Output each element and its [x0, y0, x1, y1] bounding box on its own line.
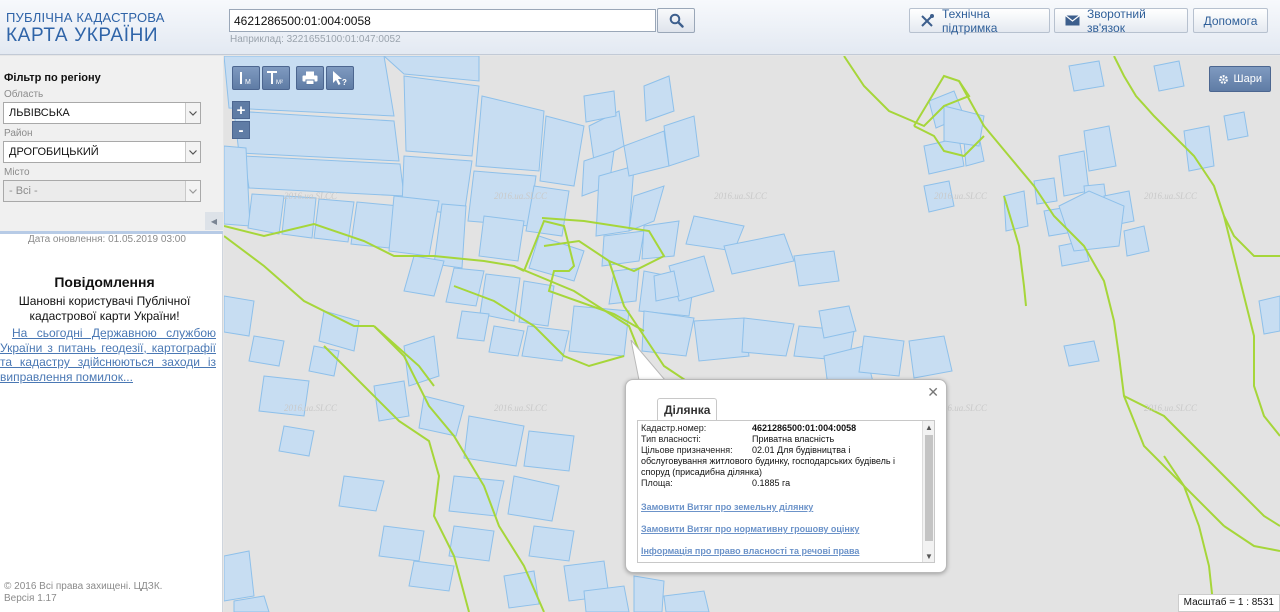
support-button[interactable]: Технічна підтримка: [909, 6, 1050, 35]
rayon-value: ДРОГОБИЦЬКИЙ: [9, 146, 99, 158]
envelope-icon: [1065, 15, 1080, 26]
identify-button[interactable]: ?: [326, 66, 354, 90]
region-filter: Фільтр по регіону Область ЛЬВІВСЬКА Райо…: [0, 56, 223, 234]
svg-text:M²: M²: [276, 80, 283, 86]
print-button[interactable]: [296, 66, 324, 90]
city-value: - Всі -: [9, 185, 38, 197]
chevron-up-icon[interactable]: ▲: [923, 421, 934, 433]
scrollbar-thumb[interactable]: [925, 435, 933, 541]
order-valuation-extract-link[interactable]: Замовити Витяг про нормативну грошову оц…: [641, 524, 917, 535]
help-label: Допомога: [1203, 13, 1258, 28]
oblast-select[interactable]: ЛЬВІВСЬКА: [3, 102, 201, 124]
ruler-line-icon: M: [240, 72, 251, 86]
detail-value: Приватна власність: [752, 434, 835, 444]
notice-text: Шановні користувачі Публічної кадастрово…: [18, 294, 191, 323]
svg-text:M: M: [245, 79, 251, 86]
update-date: Дата оновлення: 01.05.2019 03:00: [28, 234, 186, 245]
chevron-down-icon: [185, 142, 200, 162]
popup-body: Кадастр.номер: 4621286500:01:004:0058 Ти…: [637, 420, 935, 563]
gear-icon: [1218, 74, 1228, 84]
help-button[interactable]: Допомога: [1193, 8, 1268, 33]
chevron-down-icon[interactable]: ▼: [923, 550, 934, 562]
notice-link[interactable]: На сьогодні Державною службою України з …: [0, 326, 216, 384]
collapse-sidebar-button[interactable]: ◀: [205, 212, 223, 230]
logo-line2: КАРТА УКРАЇНИ: [6, 25, 159, 46]
rayon-label: Район: [4, 128, 33, 139]
detail-row: Цільове призначення: 02.01 Для будівництв…: [641, 445, 917, 478]
ownership-info-link[interactable]: Інформація про право власності та речові…: [641, 546, 917, 557]
tab-parcel[interactable]: Ділянка: [657, 398, 718, 420]
detail-label: Площа:: [641, 478, 673, 488]
oblast-label: Область: [4, 89, 44, 100]
cadastral-search-input[interactable]: [229, 9, 656, 32]
chevron-left-icon: ◀: [210, 216, 218, 226]
popup-links: Замовити Витяг про земельну ділянку Замо…: [641, 502, 917, 557]
detail-row: Площа: 0.1885 га: [641, 478, 917, 489]
watermark: 2016.ua.SLCC: [934, 191, 988, 201]
zoom-in-button[interactable]: +: [232, 101, 250, 119]
watermark: 2016.ua.SLCC: [284, 191, 338, 201]
logo[interactable]: ПУБЛІЧНА КАДАСТРОВА КАРТА УКРАЇНИ: [6, 11, 165, 45]
watermark: 2016.ua.SLCC: [284, 403, 338, 413]
tools-icon: [921, 14, 934, 27]
feedback-label: Зворотний зв'язок: [1087, 6, 1146, 35]
sidebar: Фільтр по регіону Область ЛЬВІВСЬКА Райо…: [0, 56, 223, 612]
chevron-down-icon: [185, 181, 200, 201]
watermark: 2016.ua.SLCC: [494, 191, 548, 201]
city-label: Місто: [4, 167, 30, 178]
parcel-details: Кадастр.номер: 4621286500:01:004:0058 Ти…: [641, 423, 917, 562]
filter-title: Фільтр по регіону: [4, 72, 101, 84]
watermark: 2016.ua.SLCC: [714, 191, 768, 201]
layers-label: Шари: [1233, 73, 1262, 85]
watermark: 2016.ua.SLCC: [1144, 191, 1198, 201]
detail-value: 0.1885 га: [752, 478, 791, 488]
copyright: © 2016 Всі права захищені. ЦДЗК. Версія …: [4, 581, 163, 604]
popup-pointer: [630, 340, 667, 381]
print-icon: [302, 71, 318, 85]
map-canvas[interactable]: .pc { fill: #c7ddf2; stroke: #8ec0ea; st…: [224, 56, 1280, 612]
watermark: 2016.ua.SLCC: [1144, 403, 1198, 413]
city-select[interactable]: - Всі -: [3, 180, 201, 202]
notice-title: Повідомлення: [54, 274, 155, 290]
oblast-value: ЛЬВІВСЬКА: [9, 107, 70, 119]
map-scale: Масштаб = 1 : 8531: [1177, 594, 1280, 612]
detail-label: Кадастр.номер:: [641, 423, 707, 433]
detail-label: Тип власності:: [641, 434, 701, 444]
chevron-down-icon: [185, 103, 200, 123]
layers-button[interactable]: Шари: [1208, 66, 1271, 92]
rayon-select[interactable]: ДРОГОБИЦЬКИЙ: [3, 141, 201, 163]
logo-line1: ПУБЛІЧНА КАДАСТРОВА: [6, 10, 165, 25]
measure-area-button[interactable]: M²: [262, 66, 290, 90]
detail-label: Цільове призначення:: [641, 445, 733, 455]
detail-row: Кадастр.номер: 4621286500:01:004:0058: [641, 423, 917, 434]
header: ПУБЛІЧНА КАДАСТРОВА КАРТА УКРАЇНИ Наприк…: [0, 0, 1280, 55]
measure-line-button[interactable]: M: [232, 66, 260, 90]
close-icon[interactable]: ✕: [927, 384, 939, 401]
search-icon: [669, 13, 684, 28]
search-hint: Наприклад: 3221655100:01:047:0052: [230, 34, 401, 45]
detail-row: Тип власності: Приватна власність: [641, 434, 917, 445]
plus-icon: +: [236, 101, 246, 119]
feedback-button[interactable]: Зворотний зв'язок: [1054, 6, 1188, 35]
search-button[interactable]: [657, 8, 695, 33]
minus-icon: -: [238, 121, 244, 139]
detail-value: 4621286500:01:004:0058: [752, 423, 857, 433]
cursor-question-icon: ?: [333, 71, 347, 86]
watermark: 2016.ua.SLCC: [494, 403, 548, 413]
ruler-area-icon: M²: [267, 71, 283, 86]
order-parcel-extract-link[interactable]: Замовити Витяг про земельну ділянку: [641, 502, 917, 513]
popup-scrollbar[interactable]: ▲ ▼: [922, 421, 934, 562]
support-label: Технічна підтримка: [942, 6, 998, 35]
svg-text:?: ?: [342, 78, 347, 86]
parcel-info-popup: ✕ Ділянка Кадастр.номер: 4621286500:01:0…: [625, 379, 947, 573]
zoom-out-button[interactable]: -: [232, 121, 250, 139]
